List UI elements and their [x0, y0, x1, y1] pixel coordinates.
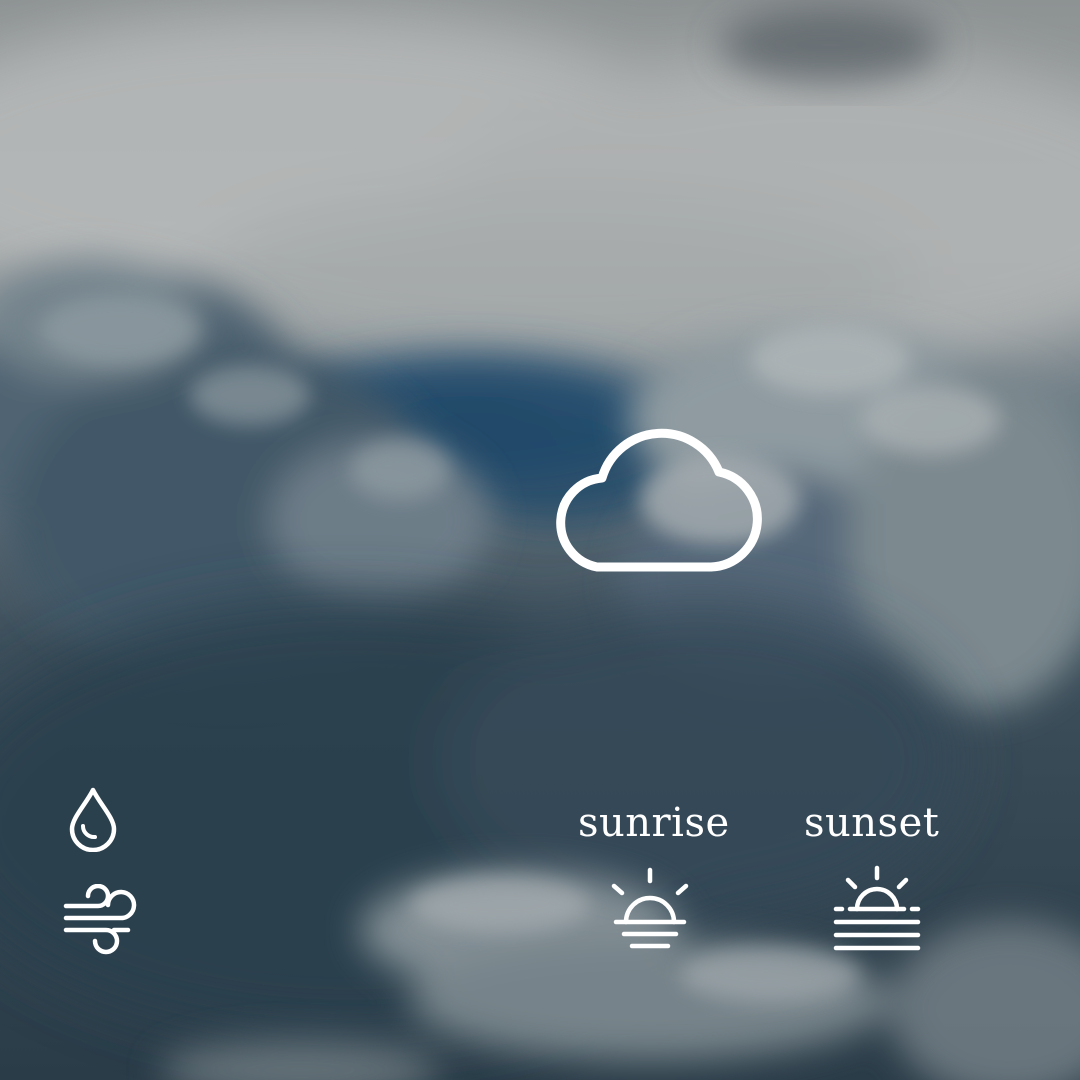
weather-screen: sunrise sunset: [0, 0, 1080, 1080]
sunset-label: sunset: [804, 800, 940, 846]
sunrise-icon: [611, 867, 689, 949]
sunrise-label: sunrise: [578, 800, 730, 846]
sunset-icon: [833, 865, 921, 951]
water-drop-icon: [69, 787, 117, 852]
wind-icon: [63, 884, 137, 955]
cloud-icon: [556, 428, 762, 572]
